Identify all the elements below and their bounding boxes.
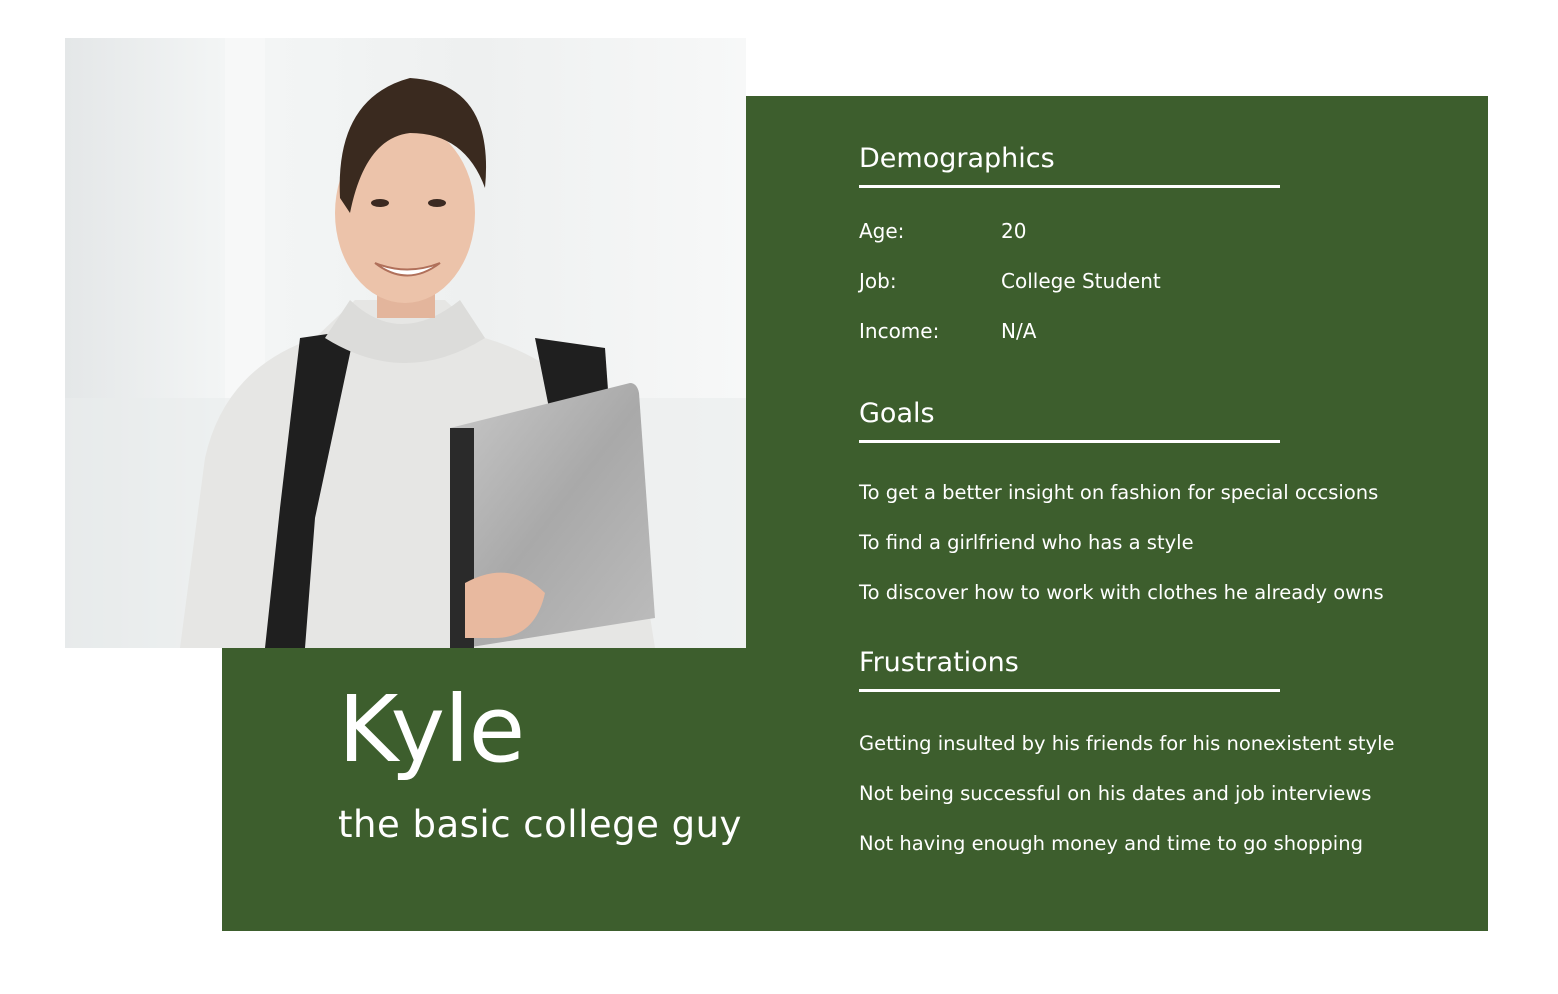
goal-item: To get a better insight on fashion for s… xyxy=(859,481,1379,504)
goal-item: To discover how to work with clothes he … xyxy=(859,581,1384,604)
frustration-item: Getting insulted by his friends for his … xyxy=(859,732,1395,755)
demographics-heading: Demographics xyxy=(859,139,1280,188)
persona-photo xyxy=(65,38,746,648)
age-value: 20 xyxy=(1001,219,1027,243)
goals-heading: Goals xyxy=(859,394,1280,443)
demographics-row-income: Income: N/A xyxy=(859,316,1036,346)
age-label: Age: xyxy=(859,219,905,243)
frustration-item: Not having enough money and time to go s… xyxy=(859,832,1363,855)
persona-name: Kyle xyxy=(338,676,525,783)
income-label: Income: xyxy=(859,319,940,343)
job-value: College Student xyxy=(1001,269,1161,293)
job-label: Job: xyxy=(859,269,897,293)
income-value: N/A xyxy=(1001,319,1037,343)
demographics-row-job: Job: College Student xyxy=(859,266,1161,296)
goal-item: To find a girlfriend who has a style xyxy=(859,531,1194,554)
persona-tagline: the basic college guy xyxy=(338,803,742,846)
frustration-item: Not being successful on his dates and jo… xyxy=(859,782,1372,805)
frustrations-heading: Frustrations xyxy=(859,643,1280,692)
demographics-row-age: Age: 20 xyxy=(859,216,1026,246)
